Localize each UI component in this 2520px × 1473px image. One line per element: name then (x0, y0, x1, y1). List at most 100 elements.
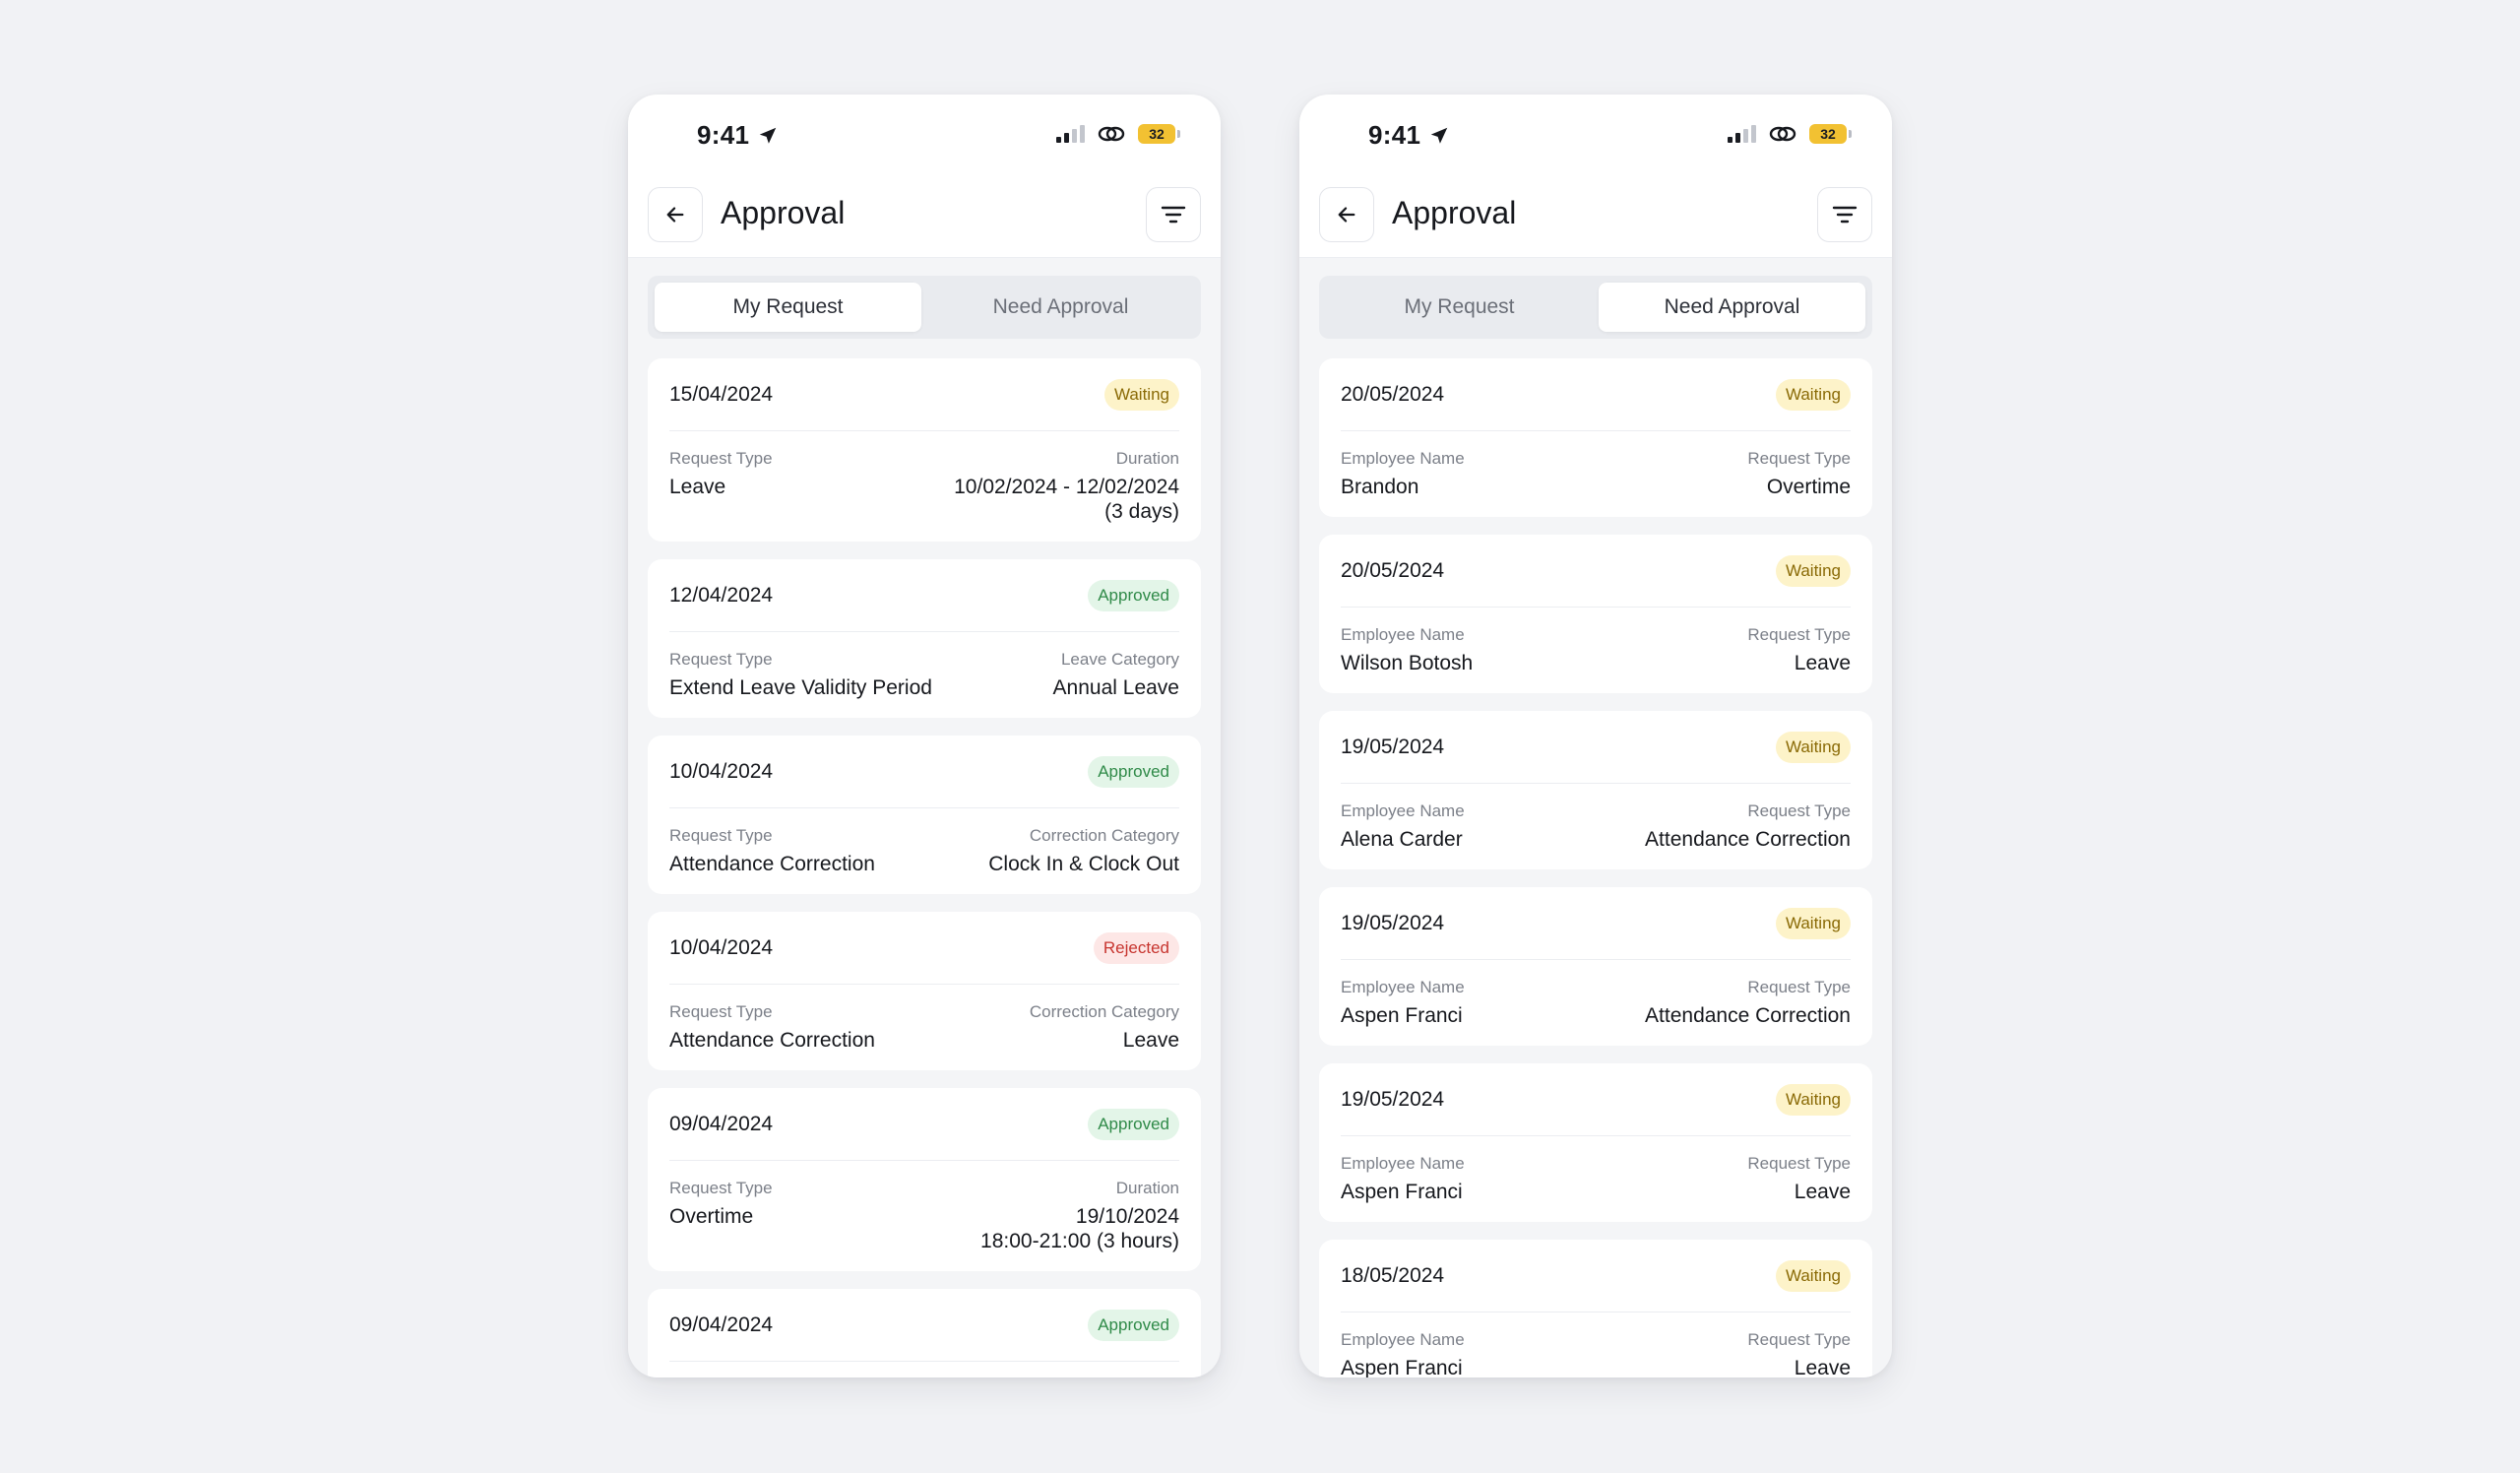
field-label: Request Type (1747, 978, 1851, 996)
tab-need-approval[interactable]: Need Approval (927, 283, 1194, 332)
approval-card[interactable]: 20/05/2024 Waiting Employee Name Brandon R… (1319, 358, 1872, 517)
field-label: Request Type (669, 1179, 773, 1197)
card-date: 10/04/2024 (669, 759, 774, 783)
back-button[interactable] (1319, 187, 1374, 242)
status-badge: Waiting (1775, 1083, 1851, 1116)
status-time-group: 9:41 (1368, 120, 1450, 151)
status-badge: Waiting (1775, 554, 1851, 587)
tab-bar: My Request Need Approval (648, 276, 1201, 339)
request-card[interactable]: 10/04/2024 Approved Request Type Attendanc… (648, 736, 1201, 894)
card-date: 09/04/2024 (669, 1112, 774, 1135)
field-label: Request Type (1747, 1154, 1851, 1173)
status-time-group: 9:41 (697, 120, 779, 151)
status-badge: Rejected (1093, 931, 1179, 964)
request-card[interactable]: 09/04/2024 Approved Request Type Overtime … (648, 1088, 1201, 1271)
location-arrow-icon (760, 127, 777, 144)
page-title: Approval (1392, 195, 1517, 230)
top-bar: 9:41 32 Approval (628, 95, 1221, 258)
status-badge: Approved (1088, 1309, 1179, 1341)
employee-name: Wilson Botosh (1341, 652, 1474, 674)
field-value: Attendance Correction (669, 853, 875, 875)
field-label: Leave Category (1060, 650, 1179, 669)
request-card[interactable]: 12/04/2024 Approved Request Type Extend Le… (648, 559, 1201, 718)
approval-card[interactable]: 19/05/2024 Waiting Employee Name Alena Car… (1319, 711, 1872, 869)
field-value: Attendance Correction (669, 1029, 875, 1052)
card-date: 10/04/2024 (669, 935, 774, 959)
request-type: Leave (1794, 1357, 1851, 1377)
status-badge: Waiting (1103, 378, 1179, 411)
tab-my-request[interactable]: My Request (1326, 283, 1593, 332)
field-label: Request Type (1747, 1330, 1851, 1349)
status-icons: 32 (1056, 124, 1180, 144)
header: Approval (628, 179, 1221, 258)
card-date: 19/05/2024 (1341, 1087, 1445, 1111)
back-button[interactable] (648, 187, 703, 242)
card-date: 20/05/2024 (1341, 558, 1445, 582)
card-date: 12/04/2024 (669, 583, 774, 607)
tab-need-approval[interactable]: Need Approval (1599, 283, 1865, 332)
status-badge: Waiting (1775, 1259, 1851, 1292)
card-date: 09/04/2024 (669, 1313, 774, 1336)
tab-my-request[interactable]: My Request (655, 283, 921, 332)
status-time: 9:41 (697, 120, 750, 150)
field-label: Request Type (669, 650, 773, 669)
signal-icon (1728, 125, 1756, 143)
status-bar: 9:41 32 (628, 95, 1221, 179)
link-icon (1098, 126, 1125, 142)
field-label: Request Type (1747, 449, 1851, 468)
field-label: Employee Name (1341, 625, 1465, 644)
employee-name: Aspen Franci (1341, 1357, 1463, 1377)
phone-need-approval: 9:41 32 Approval My Request Need Approva… (1299, 95, 1892, 1377)
field-label: Request Type (669, 826, 773, 845)
employee-name: Aspen Franci (1341, 1181, 1463, 1203)
field-label: Duration (1115, 1179, 1179, 1197)
field-value: Leave (669, 476, 726, 498)
status-time: 9:41 (1368, 120, 1421, 150)
approval-card[interactable]: 20/05/2024 Waiting Employee Name Wilson Bo… (1319, 535, 1872, 693)
field-label: Request Type (1747, 801, 1851, 820)
arrow-left-icon (1338, 207, 1355, 223)
status-bar: 9:41 32 (1299, 95, 1892, 179)
field-value: Clock In & Clock Out (988, 853, 1179, 875)
arrow-left-icon (666, 207, 684, 223)
status-badge: Waiting (1775, 731, 1851, 763)
field-value: 10/02/2024 - 12/02/2024 (3 days) (954, 476, 1179, 523)
card-date: 15/04/2024 (669, 382, 774, 406)
approval-card[interactable]: 19/05/2024 Waiting Employee Name Aspen Fra… (1319, 887, 1872, 1046)
filter-button[interactable] (1146, 187, 1201, 242)
status-badge: Approved (1088, 579, 1179, 611)
filter-button[interactable] (1817, 187, 1872, 242)
filter-icon (1832, 206, 1858, 224)
signal-icon (1056, 125, 1085, 143)
field-value: Leave (1122, 1029, 1179, 1052)
request-card[interactable]: 09/04/2024 Approved (648, 1289, 1201, 1377)
status-badge: Waiting (1775, 907, 1851, 939)
field-label: Request Type (669, 1002, 773, 1021)
page-title: Approval (721, 195, 846, 230)
card-date: 18/05/2024 (1341, 1263, 1445, 1287)
employee-name: Alena Carder (1341, 828, 1463, 851)
employee-name: Aspen Franci (1341, 1004, 1463, 1027)
header: Approval (1299, 179, 1892, 258)
field-label: Employee Name (1341, 801, 1465, 820)
field-label: Employee Name (1341, 1154, 1465, 1173)
link-icon (1769, 126, 1796, 142)
field-label: Request Type (669, 449, 773, 468)
phone-my-request: 9:41 32 Approval My Request Need Approva… (628, 95, 1221, 1377)
request-type: Attendance Correction (1645, 1004, 1851, 1027)
location-arrow-icon (1431, 127, 1448, 144)
request-card[interactable]: 10/04/2024 Rejected Request Type Attendanc… (648, 912, 1201, 1070)
employee-name: Brandon (1341, 476, 1419, 498)
field-label: Correction Category (1029, 1002, 1179, 1021)
card-date: 20/05/2024 (1341, 382, 1445, 406)
request-type: Overtime (1766, 476, 1851, 498)
field-label: Request Type (1747, 625, 1851, 644)
request-card[interactable]: 15/04/2024 Waiting Request Type Leave Dura… (648, 358, 1201, 542)
field-value: Overtime (669, 1205, 754, 1228)
tab-bar: My Request Need Approval (1319, 276, 1872, 339)
status-badge: Approved (1088, 1108, 1179, 1140)
field-value: Annual Leave (1052, 676, 1179, 699)
field-label: Correction Category (1029, 826, 1179, 845)
approval-card[interactable]: 19/05/2024 Waiting Employee Name Aspen Fra… (1319, 1063, 1872, 1222)
approval-card[interactable]: 18/05/2024 Waiting Employee Name Aspen Fra… (1319, 1240, 1872, 1377)
